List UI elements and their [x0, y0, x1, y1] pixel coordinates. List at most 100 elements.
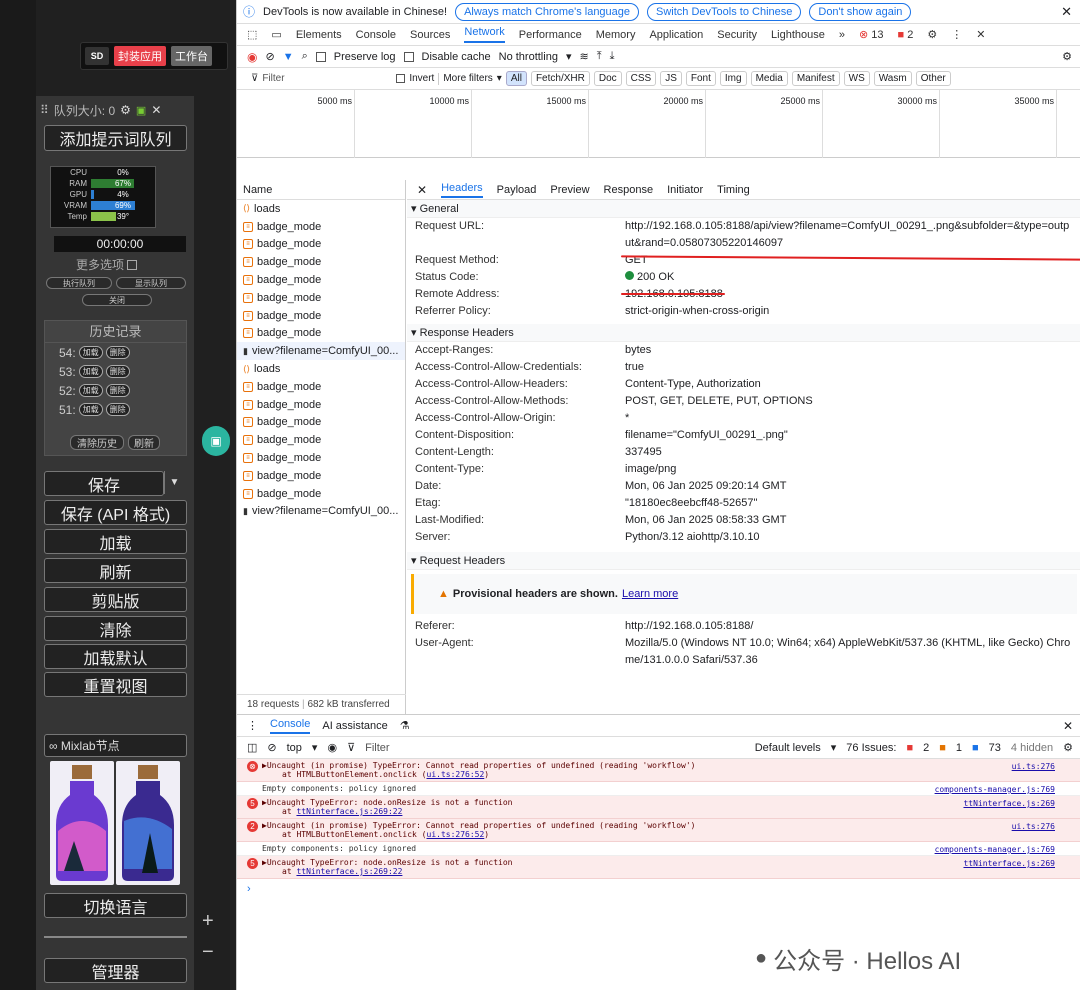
close-drawer-icon[interactable]: ✕: [1063, 719, 1073, 733]
close-devtools-icon[interactable]: ✕: [976, 28, 985, 41]
context-select[interactable]: top: [287, 742, 302, 754]
refresh-button[interactable]: 刷新: [44, 558, 187, 583]
request-row[interactable]: ≡ badge_mode: [237, 236, 405, 254]
filter-type-manifest[interactable]: Manifest: [791, 71, 840, 86]
request-row[interactable]: ≡ badge_mode: [237, 307, 405, 325]
mixlab-button[interactable]: ∞ Mixlab节点: [44, 734, 187, 757]
stack-link[interactable]: ttNinterface.js:269:22: [296, 867, 402, 876]
detail-tab-response[interactable]: Response: [604, 184, 654, 196]
history-load-button[interactable]: 加载: [78, 384, 103, 397]
source-link[interactable]: ui.ts:276: [1012, 822, 1055, 831]
kebab-icon[interactable]: ⋮: [951, 28, 962, 41]
workbench-button[interactable]: 工作台: [171, 46, 212, 66]
minus-icon[interactable]: −: [202, 941, 226, 964]
source-link[interactable]: components-manager.js:769: [935, 785, 1055, 794]
request-row[interactable]: ≡ badge_mode: [237, 485, 405, 503]
invert-checkbox[interactable]: [396, 74, 406, 83]
save-dropdown-icon[interactable]: ▼: [164, 471, 184, 494]
response-headers-section[interactable]: ▾ Response Headers: [407, 324, 1080, 342]
default-levels-select[interactable]: Default levels: [755, 742, 821, 754]
history-delete-button[interactable]: 删除: [105, 403, 130, 416]
tab-lighthouse[interactable]: Lighthouse: [771, 29, 825, 41]
checkbox-icon[interactable]: [127, 259, 138, 270]
wifi-icon[interactable]: ≋: [579, 50, 588, 63]
request-row[interactable]: ≡ badge_mode: [237, 325, 405, 343]
plus-icon[interactable]: +: [202, 910, 226, 933]
clear-icon[interactable]: ⊘: [265, 50, 274, 63]
filter-type-img[interactable]: Img: [719, 71, 747, 86]
detail-tab-timing[interactable]: Timing: [717, 184, 750, 196]
general-section[interactable]: ▾ General: [407, 200, 1080, 218]
disable-cache-checkbox[interactable]: [403, 51, 414, 62]
stack-link[interactable]: ui.ts:276:52: [427, 830, 485, 839]
preserve-log-checkbox[interactable]: [315, 51, 326, 62]
detail-tab-payload[interactable]: Payload: [497, 184, 537, 196]
console-message[interactable]: ⊗ ▶Uncaught (in promise) TypeError: Canno…: [237, 759, 1080, 782]
request-row[interactable]: ⟨⟩ loads: [237, 200, 405, 218]
request-row[interactable]: ≡ badge_mode: [237, 396, 405, 414]
request-headers-section[interactable]: ▾ Request Headers: [407, 552, 1080, 570]
load-button[interactable]: 加载: [44, 529, 187, 554]
history-load-button[interactable]: 加载: [78, 403, 103, 416]
history-delete-button[interactable]: 删除: [105, 365, 130, 378]
add-queue-button[interactable]: 添加提示词队列: [44, 125, 187, 151]
tab-network[interactable]: Network: [464, 26, 505, 43]
console-message[interactable]: Empty components: policy ignored componen…: [237, 842, 1080, 856]
record-icon[interactable]: ◉: [247, 50, 257, 64]
settings-icon[interactable]: ⚙: [1062, 50, 1072, 63]
reset-view-button[interactable]: 重置视图: [44, 672, 187, 697]
dont-show-button[interactable]: Don't show again: [809, 2, 912, 21]
history-load-button[interactable]: 加载: [78, 346, 103, 359]
filter-type-all[interactable]: All: [505, 71, 527, 86]
learn-more-link[interactable]: Learn more: [622, 588, 678, 600]
stack-link[interactable]: ttNinterface.js:269:22: [296, 807, 402, 816]
console-message[interactable]: 5 ▶Uncaught TypeError: node.onResize is n…: [237, 796, 1080, 819]
error-count[interactable]: ⊗ 13: [859, 28, 884, 41]
history-delete-button[interactable]: 删除: [105, 384, 130, 397]
console-message[interactable]: 5 ▶Uncaught TypeError: node.onResize is n…: [237, 856, 1080, 879]
filter-type-wasm[interactable]: Wasm: [873, 71, 912, 86]
refresh-history-button[interactable]: 刷新: [128, 435, 160, 450]
tab-memory[interactable]: Memory: [596, 29, 636, 41]
console-tab[interactable]: Console: [270, 718, 311, 734]
request-row[interactable]: ≡ badge_mode: [237, 467, 405, 485]
match-language-button[interactable]: Always match Chrome's language: [455, 2, 640, 21]
console-prompt-icon[interactable]: ›: [237, 879, 1080, 899]
filter-type-fetchxhr[interactable]: Fetch/XHR: [530, 71, 590, 86]
console-filter-input[interactable]: Filter: [365, 742, 665, 754]
download-icon[interactable]: ⤓: [610, 50, 615, 63]
chat-icon[interactable]: ▣: [202, 426, 230, 456]
source-link[interactable]: ttNinterface.js:269: [963, 799, 1055, 808]
search-icon[interactable]: ⌕: [302, 50, 308, 63]
manager-button[interactable]: 管理器: [44, 958, 187, 983]
history-delete-button[interactable]: 删除: [105, 346, 130, 359]
console-settings-icon[interactable]: ⚙: [1063, 741, 1073, 754]
eye-icon[interactable]: ◉: [327, 741, 337, 754]
console-message[interactable]: 2 ▶Uncaught (in promise) TypeError: Canno…: [237, 819, 1080, 842]
detail-tab-preview[interactable]: Preview: [550, 184, 589, 196]
tab-sources[interactable]: Sources: [410, 29, 450, 41]
tab-console[interactable]: Console: [356, 29, 396, 41]
show-queue-button[interactable]: 显示队列: [116, 277, 186, 289]
filter-type-font[interactable]: Font: [685, 71, 716, 86]
tab-security[interactable]: Security: [717, 29, 757, 41]
more-tabs-icon[interactable]: »: [839, 29, 845, 41]
filter-type-ws[interactable]: WS: [843, 71, 870, 86]
request-row[interactable]: ≡ badge_mode: [237, 218, 405, 236]
more-filters-button[interactable]: More filters: [443, 73, 492, 84]
filter-input[interactable]: Filter: [262, 73, 392, 84]
close-icon[interactable]: ✕: [151, 103, 161, 117]
switch-language-button[interactable]: 切换语言: [44, 893, 187, 918]
tab-performance[interactable]: Performance: [519, 29, 582, 41]
clear-button[interactable]: 清除: [44, 616, 187, 641]
filter-type-doc[interactable]: Doc: [593, 71, 622, 86]
ai-assistance-tab[interactable]: AI assistance: [322, 720, 387, 732]
request-row[interactable]: ≡ badge_mode: [237, 414, 405, 432]
throttling-select[interactable]: No throttling: [499, 51, 558, 63]
exec-queue-button[interactable]: 执行队列: [46, 277, 112, 289]
source-link[interactable]: ui.ts:276: [1012, 762, 1055, 771]
thumbnail-2[interactable]: [116, 761, 180, 885]
drawer-menu-icon[interactable]: ⋮: [247, 719, 258, 732]
warning-count[interactable]: ■ 2: [898, 29, 914, 41]
tab-application[interactable]: Application: [649, 29, 703, 41]
